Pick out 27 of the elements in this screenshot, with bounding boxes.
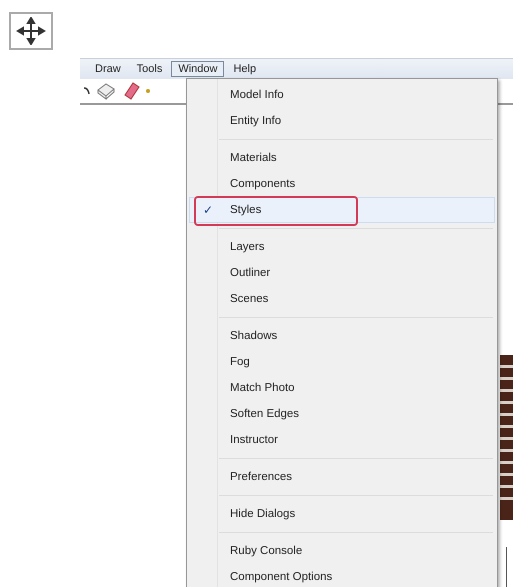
menu-bar-item[interactable]: Help: [226, 61, 264, 77]
menu-item[interactable]: Entity Info: [189, 108, 495, 134]
menu-item[interactable]: ✓ Styles: [189, 197, 495, 223]
menu-bar-item[interactable]: Draw: [88, 61, 128, 77]
menu-item[interactable]: Soften Edges: [189, 401, 495, 427]
menu-item[interactable]: Model Info: [189, 82, 495, 108]
menu-item[interactable]: Ruby Console: [189, 538, 495, 564]
check-mark: ✓: [203, 203, 213, 217]
menu-item[interactable]: Preferences: [189, 464, 495, 490]
dot-icon[interactable]: [146, 89, 150, 93]
menu-item[interactable]: Instructor: [189, 427, 495, 453]
menu-bar-item[interactable]: Tools: [130, 61, 170, 77]
menu-bar-item[interactable]: Window: [171, 61, 224, 77]
menu-item[interactable]: Fog: [189, 349, 495, 375]
eraser-icon[interactable]: [122, 81, 140, 101]
menu-item[interactable]: Materials: [189, 145, 495, 171]
menu-item[interactable]: Outliner: [189, 260, 495, 286]
menu-item[interactable]: Match Photo: [189, 375, 495, 401]
menu-item[interactable]: Components: [189, 171, 495, 197]
menu-item[interactable]: Shadows: [189, 323, 495, 349]
menu-item[interactable]: Hide Dialogs: [189, 501, 495, 527]
box-icon[interactable]: [96, 82, 116, 100]
menu-item[interactable]: Component Options: [189, 564, 495, 587]
menu-item[interactable]: Layers: [189, 234, 495, 260]
move-tool-icon[interactable]: [9, 12, 53, 50]
curve-icon[interactable]: [84, 87, 90, 95]
menu-item[interactable]: Scenes: [189, 286, 495, 312]
